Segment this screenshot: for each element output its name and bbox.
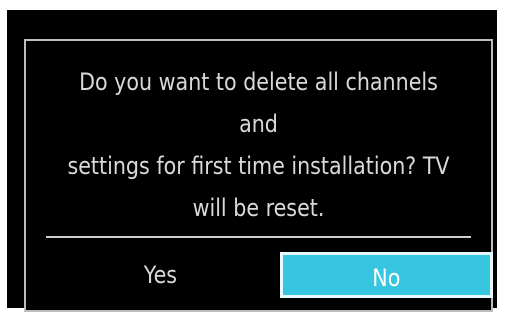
no-button[interactable]: No — [280, 252, 493, 298]
dialog-message-line-3: will be reset. — [192, 194, 325, 222]
dialog-divider — [46, 236, 471, 238]
yes-button[interactable]: Yes — [46, 252, 274, 298]
confirmation-dialog: Do you want to delete all channels and s… — [24, 39, 493, 312]
dialog-message-line-2: settings for first time installation? TV — [67, 152, 450, 180]
yes-button-label: Yes — [143, 261, 177, 289]
tv-screen: Do you want to delete all channels and s… — [7, 10, 497, 312]
no-button-label: No — [372, 264, 401, 292]
dialog-message: Do you want to delete all channels and s… — [59, 61, 459, 229]
dialog-message-line-1: Do you want to delete all channels and — [79, 68, 438, 138]
